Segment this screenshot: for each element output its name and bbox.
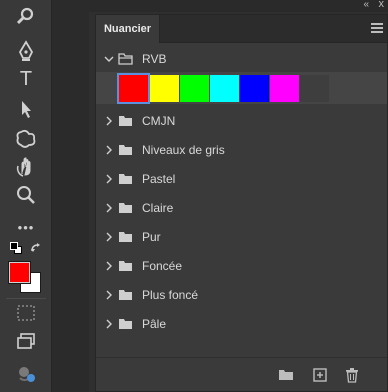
group-row-foncee[interactable]: Foncée bbox=[96, 251, 387, 280]
swap-colors-icon[interactable] bbox=[30, 241, 42, 259]
chevron-right-icon[interactable] bbox=[104, 174, 114, 184]
swatch-blue[interactable] bbox=[240, 75, 269, 102]
type-icon[interactable]: T bbox=[8, 64, 44, 94]
swatches-panel: Nuancier RVB CMJN Niveaux de gris Pastel… bbox=[95, 14, 388, 392]
group-row-rvb[interactable]: RVB bbox=[96, 44, 387, 73]
group-label: Foncée bbox=[142, 258, 183, 273]
group-label: Pâle bbox=[142, 316, 167, 331]
group-row-pastel[interactable]: Pastel bbox=[96, 164, 387, 193]
group-label: CMJN bbox=[142, 113, 176, 128]
new-group-icon[interactable] bbox=[278, 367, 294, 383]
screen-mode-icon[interactable] bbox=[8, 326, 44, 356]
collapse-dock-icon[interactable]: « bbox=[363, 0, 368, 10]
folder-icon bbox=[119, 232, 132, 242]
chevron-right-icon[interactable] bbox=[104, 232, 114, 242]
group-label: Pastel bbox=[142, 171, 176, 186]
hand-rotate-icon[interactable] bbox=[8, 152, 44, 182]
swatch-red[interactable] bbox=[117, 73, 150, 104]
group-label: Claire bbox=[142, 200, 174, 215]
group-row-claire[interactable]: Claire bbox=[96, 193, 387, 222]
group-label: Pur bbox=[142, 229, 161, 244]
chevron-right-icon[interactable] bbox=[104, 116, 114, 126]
folder-icon bbox=[119, 116, 132, 126]
group-row-plus-fonce[interactable]: Plus foncé bbox=[96, 280, 387, 309]
close-panel-icon[interactable]: x bbox=[379, 0, 385, 10]
folder-open-icon bbox=[118, 53, 133, 65]
group-label: Plus foncé bbox=[142, 287, 199, 302]
folder-icon bbox=[119, 319, 132, 329]
folder-icon bbox=[119, 261, 132, 271]
group-row-cmjn[interactable]: CMJN bbox=[96, 106, 387, 135]
group-row-pale[interactable]: Pâle bbox=[96, 309, 387, 338]
folder-icon bbox=[119, 203, 132, 213]
more-tools-icon[interactable]: ••• bbox=[8, 212, 44, 242]
group-label: RVB bbox=[142, 51, 167, 66]
folder-icon bbox=[119, 174, 132, 184]
swatch-magenta[interactable] bbox=[270, 75, 299, 102]
zoom-icon[interactable] bbox=[8, 2, 44, 32]
panel-tabbar: Nuancier bbox=[96, 15, 387, 43]
panel-dock: « x Nuancier RVB CMJN Niveaux de gris Pa… bbox=[89, 0, 388, 392]
chevron-right-icon[interactable] bbox=[104, 290, 114, 300]
chevron-right-icon[interactable] bbox=[104, 203, 114, 213]
chevron-right-icon[interactable] bbox=[104, 261, 114, 271]
chevron-down-icon[interactable] bbox=[104, 54, 114, 64]
chevron-right-icon[interactable] bbox=[104, 145, 114, 155]
swatch-grid bbox=[96, 72, 387, 104]
delete-icon[interactable] bbox=[344, 367, 360, 383]
group-row-pur[interactable]: Pur bbox=[96, 222, 387, 251]
chevron-right-icon[interactable] bbox=[104, 319, 114, 329]
zoom-tool-icon[interactable] bbox=[8, 180, 44, 210]
more-tools-label: ••• bbox=[17, 219, 35, 235]
generative-icon[interactable] bbox=[8, 358, 44, 388]
pen-icon[interactable] bbox=[8, 36, 44, 66]
foreground-color-swatch[interactable] bbox=[8, 261, 31, 284]
group-row-niveaux-de-gris[interactable]: Niveaux de gris bbox=[96, 135, 387, 164]
tools-panel: T ••• bbox=[0, 0, 52, 392]
folder-icon bbox=[119, 290, 132, 300]
swatch-cyan[interactable] bbox=[210, 75, 239, 102]
panel-menu-icon[interactable] bbox=[371, 23, 383, 33]
folder-icon bbox=[119, 145, 132, 155]
path-selection-icon[interactable] bbox=[8, 94, 44, 124]
swatch-yellow[interactable] bbox=[150, 75, 179, 102]
panel-footer bbox=[96, 357, 387, 391]
dock-header: « x bbox=[89, 0, 388, 12]
type-tool-label: T bbox=[19, 67, 33, 90]
custom-shape-icon[interactable] bbox=[8, 124, 44, 154]
swatch-green[interactable] bbox=[180, 75, 209, 102]
quick-mask-icon[interactable] bbox=[8, 298, 44, 328]
group-label: Niveaux de gris bbox=[142, 142, 225, 157]
default-colors-icon[interactable] bbox=[10, 242, 22, 254]
swatch-empty-slot bbox=[300, 75, 329, 102]
tab-swatches[interactable]: Nuancier bbox=[96, 15, 160, 43]
new-swatch-icon[interactable] bbox=[312, 367, 328, 383]
